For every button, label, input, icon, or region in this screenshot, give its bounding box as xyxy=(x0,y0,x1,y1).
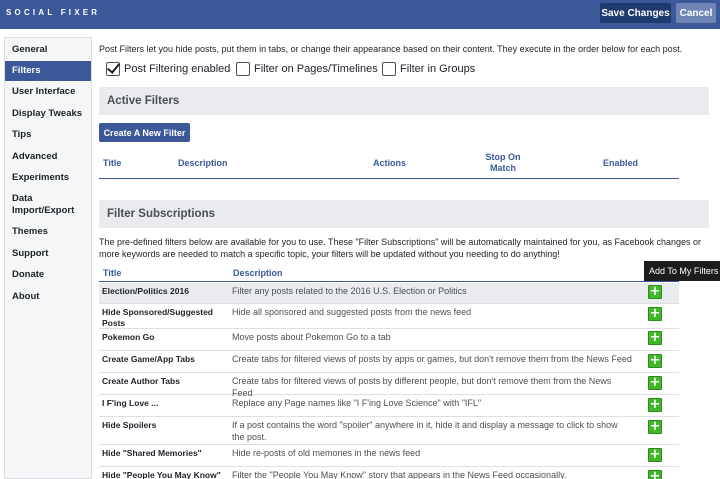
sidebar-item-advanced[interactable]: Advanced xyxy=(5,151,91,163)
add-to-my-filters-button[interactable]: + xyxy=(648,285,662,299)
filter-groups-checkbox[interactable] xyxy=(382,62,396,76)
subscription-row: Hide "People You May Know" Filter the "P… xyxy=(99,467,679,479)
post-filtering-checkbox[interactable] xyxy=(106,62,120,76)
subscriptions-table-header: Title Description xyxy=(99,266,679,282)
subscription-row: Hide Spoilers If a post contains the wor… xyxy=(99,417,679,445)
subscription-title: Create Author Tabs xyxy=(102,376,180,386)
subscription-title: Hide "People You May Know" xyxy=(102,470,221,479)
col-sub-title: Title xyxy=(103,268,122,278)
add-to-my-filters-button[interactable]: + xyxy=(648,420,662,434)
col-actions: Actions xyxy=(373,158,407,168)
subscription-description: Filter the "People You May Know" story t… xyxy=(232,470,567,479)
subscription-description: Replace any Page names like "I F'ing Lov… xyxy=(232,398,482,408)
sidebar-item-tips[interactable]: Tips xyxy=(5,129,91,141)
active-filters-heading: Active Filters xyxy=(99,87,709,115)
col-stop-on-match: Stop On Match xyxy=(485,152,521,173)
subscription-title: Election/Politics 2016 xyxy=(102,286,189,296)
filters-intro-text: Post Filters let you hide posts, put the… xyxy=(99,44,683,54)
option-filter-groups[interactable]: Filter in Groups xyxy=(382,62,475,76)
col-sub-description: Description xyxy=(233,268,283,278)
subscription-description: Filter any posts related to the 2016 U.S… xyxy=(232,286,467,296)
add-to-my-filters-button[interactable]: + xyxy=(648,398,662,412)
subscription-row: I F'ing Love ... Replace any Page names … xyxy=(99,395,679,417)
subscription-row: Create Game/App Tabs Create tabs for fil… xyxy=(99,351,679,373)
sidebar-item-experiments[interactable]: Experiments xyxy=(5,172,91,184)
add-to-my-filters-button[interactable]: + xyxy=(648,307,662,321)
sidebar-item-support[interactable]: Support xyxy=(5,248,91,260)
subscription-description: Create tabs for filtered views of posts … xyxy=(232,354,632,364)
filter-pages-label: Filter on Pages/Timelines xyxy=(254,63,378,75)
add-to-my-filters-button[interactable]: + xyxy=(648,448,662,462)
subscription-description: Hide all sponsored and suggested posts f… xyxy=(232,307,472,317)
sidebar-item-filters[interactable]: Filters xyxy=(5,61,91,81)
option-filter-pages[interactable]: Filter on Pages/Timelines xyxy=(236,62,378,76)
subscription-title: Hide Spoilers xyxy=(102,420,157,430)
active-filters-table-header: Title Description Actions Stop On Match … xyxy=(99,151,679,179)
sidebar-item-user-interface[interactable]: User Interface xyxy=(5,86,91,98)
subscription-description: If a post contains the word "spoiler" an… xyxy=(232,420,618,442)
subscription-description: Move posts about Pokemon Go to a tab xyxy=(232,332,391,342)
subscription-title: Hide "Shared Memories" xyxy=(102,448,202,458)
add-to-my-filters-tooltip: Add To My Filters xyxy=(644,261,720,281)
post-filtering-label: Post Filtering enabled xyxy=(124,63,231,75)
add-to-my-filters-button[interactable]: + xyxy=(648,376,662,390)
subscription-row: Election/Politics 2016 Filter any posts … xyxy=(99,283,679,304)
subscription-row: Hide "Shared Memories" Hide re-posts of … xyxy=(99,445,679,467)
subscription-row: Create Author Tabs Create tabs for filte… xyxy=(99,373,679,398)
sidebar-item-themes[interactable]: Themes xyxy=(5,226,91,238)
add-to-my-filters-button[interactable]: + xyxy=(648,470,662,479)
option-post-filtering[interactable]: Post Filtering enabled xyxy=(106,62,230,76)
filter-subscriptions-heading: Filter Subscriptions xyxy=(99,200,709,228)
col-enabled: Enabled xyxy=(603,158,639,168)
col-title: Title xyxy=(103,158,122,168)
filters-panel: Post Filters let you hide posts, put the… xyxy=(99,0,720,479)
filter-pages-checkbox[interactable] xyxy=(236,62,250,76)
subscription-title: Hide Sponsored/Suggested Posts xyxy=(102,307,213,328)
subscription-row: Hide Sponsored/Suggested Posts Hide all … xyxy=(99,304,679,329)
subscription-title: I F'ing Love ... xyxy=(102,398,159,408)
subscriptions-intro-text: The pre-defined filters below are availa… xyxy=(99,237,702,259)
sidebar-item-general[interactable]: General xyxy=(5,44,91,56)
brand-logo: SOCIAL FIXER xyxy=(6,8,101,17)
sidebar-item-about[interactable]: About xyxy=(5,291,91,303)
col-description: Description xyxy=(178,158,228,168)
add-to-my-filters-button[interactable]: + xyxy=(648,354,662,368)
sidebar-item-data-import-export[interactable]: Data Import/Export xyxy=(5,193,75,217)
subscription-description: Hide re-posts of old memories in the new… xyxy=(232,448,421,458)
sidebar-item-donate[interactable]: Donate xyxy=(5,269,91,281)
create-new-filter-button[interactable]: Create A New Filter xyxy=(99,123,190,142)
sidebar-item-display-tweaks[interactable]: Display Tweaks xyxy=(5,108,91,120)
sidebar: General Filters User Interface Display T… xyxy=(4,37,92,479)
filter-groups-label: Filter in Groups xyxy=(400,63,476,75)
subscription-row: Pokemon Go Move posts about Pokemon Go t… xyxy=(99,329,679,351)
subscription-title: Create Game/App Tabs xyxy=(102,354,195,364)
subscription-title: Pokemon Go xyxy=(102,332,155,342)
add-to-my-filters-button[interactable]: + xyxy=(648,331,662,345)
